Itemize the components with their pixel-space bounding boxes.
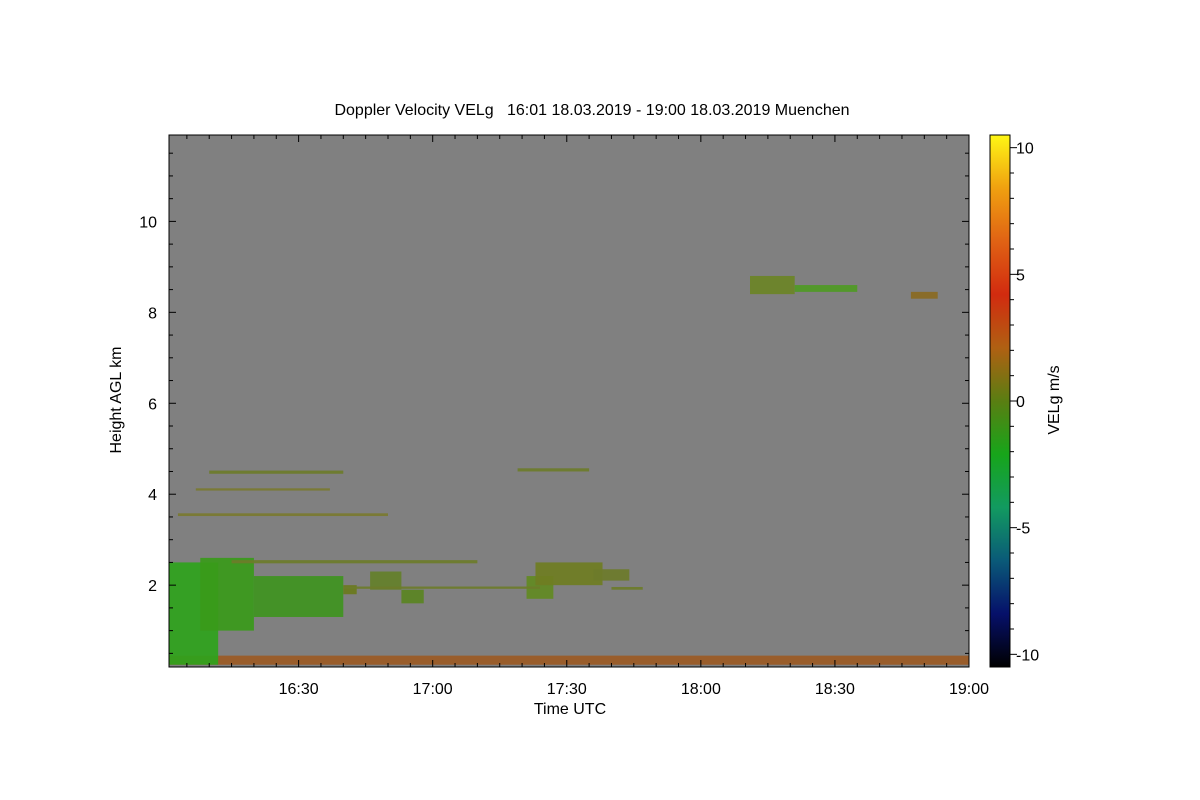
echo-region-11 (794, 285, 858, 292)
echo-region-17 (231, 560, 478, 564)
echo-region-8 (535, 562, 603, 586)
y-tick-label: 2 (148, 578, 157, 595)
colorbar-gradient (989, 134, 1011, 668)
colorbar-tick-label: 0 (1016, 394, 1025, 411)
y-tick-label: 4 (148, 487, 157, 504)
echo-region-0 (169, 655, 969, 665)
colorbar-tick-label: -5 (1016, 521, 1030, 538)
echo-region-15 (177, 513, 388, 517)
x-tick-label: 16:30 (279, 681, 319, 698)
colorbar-tick-label: -10 (1016, 647, 1039, 664)
echo-region-18 (343, 586, 540, 589)
chart-title: Doppler Velocity VELg 16:01 18.03.2019 -… (334, 102, 849, 119)
echo-region-3 (253, 576, 344, 617)
echo-region-2 (200, 557, 254, 631)
colorbar: -10 -5 0 5 10 (989, 134, 1039, 668)
y-tick-label: 8 (148, 305, 157, 322)
x-tick-label: 18:30 (815, 681, 855, 698)
echo-region-10 (750, 275, 795, 295)
colorbar-tick-label: 10 (1016, 141, 1034, 158)
y-axis-label: Height AGL km (108, 346, 125, 453)
echo-region-14 (517, 468, 590, 472)
x-tick-label: 17:00 (413, 681, 453, 698)
echo-region-19 (611, 586, 643, 590)
doppler-velocity-chart: Doppler Velocity VELg 16:01 18.03.2019 -… (108, 102, 1063, 718)
plot-area (168, 134, 970, 668)
echo-region-13 (209, 470, 344, 474)
x-tick-label: 17:30 (547, 681, 587, 698)
x-tick-label: 18:00 (681, 681, 721, 698)
colorbar-tick-label: 5 (1016, 267, 1025, 284)
y-tick-label: 6 (148, 396, 157, 413)
echo-region-16 (195, 488, 330, 491)
echo-region-9 (593, 569, 630, 581)
x-tick-label: 19:00 (949, 681, 989, 698)
echo-region-12 (910, 291, 938, 299)
y-tick-label: 10 (139, 214, 157, 231)
x-axis-label: Time UTC (534, 701, 606, 718)
echo-region-6 (401, 589, 424, 604)
colorbar-label: VELg m/s (1046, 365, 1063, 434)
